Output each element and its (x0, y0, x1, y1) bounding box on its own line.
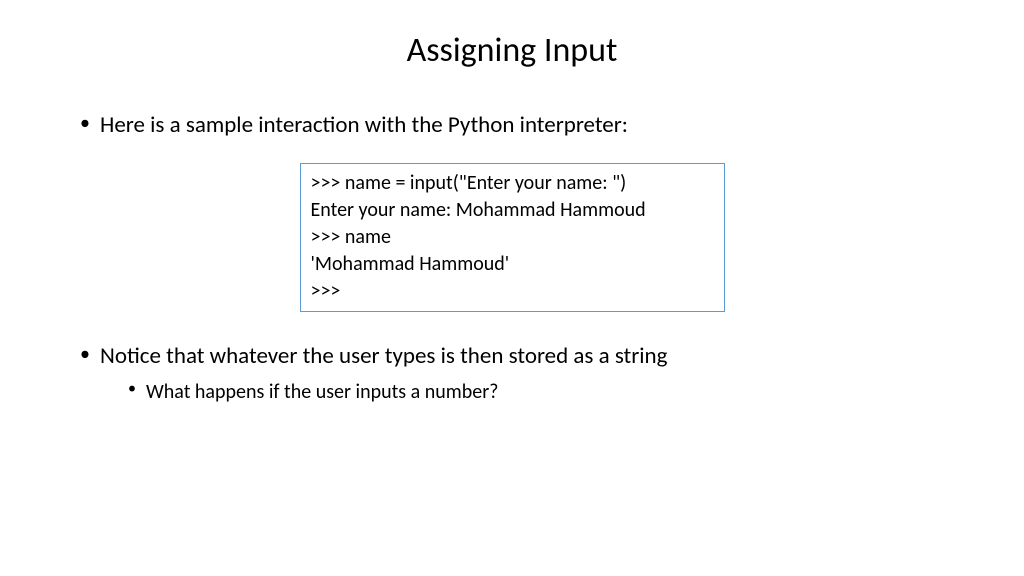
bullet-list: Notice that whatever the user types is t… (80, 340, 944, 406)
sub-bullet-item: What happens if the user inputs a number… (128, 378, 944, 406)
bullet-item: Notice that whatever the user types is t… (80, 340, 944, 406)
code-line: Enter your name: Mohammad Hammoud (311, 197, 714, 224)
bullet-item: Here is a sample interaction with the Py… (80, 109, 944, 141)
code-line: >>> name (311, 224, 714, 251)
bullet-list: Here is a sample interaction with the Py… (80, 109, 944, 141)
slide-title: Assigning Input (80, 30, 944, 71)
code-box: >>> name = input("Enter your name: ") En… (300, 163, 725, 312)
code-line: >>> name = input("Enter your name: ") (311, 170, 714, 197)
sub-bullet-list: What happens if the user inputs a number… (128, 378, 944, 406)
code-line: 'Mohammad Hammoud' (311, 251, 714, 278)
code-line: >>> (311, 278, 714, 305)
bullet-text: Notice that whatever the user types is t… (100, 342, 667, 370)
